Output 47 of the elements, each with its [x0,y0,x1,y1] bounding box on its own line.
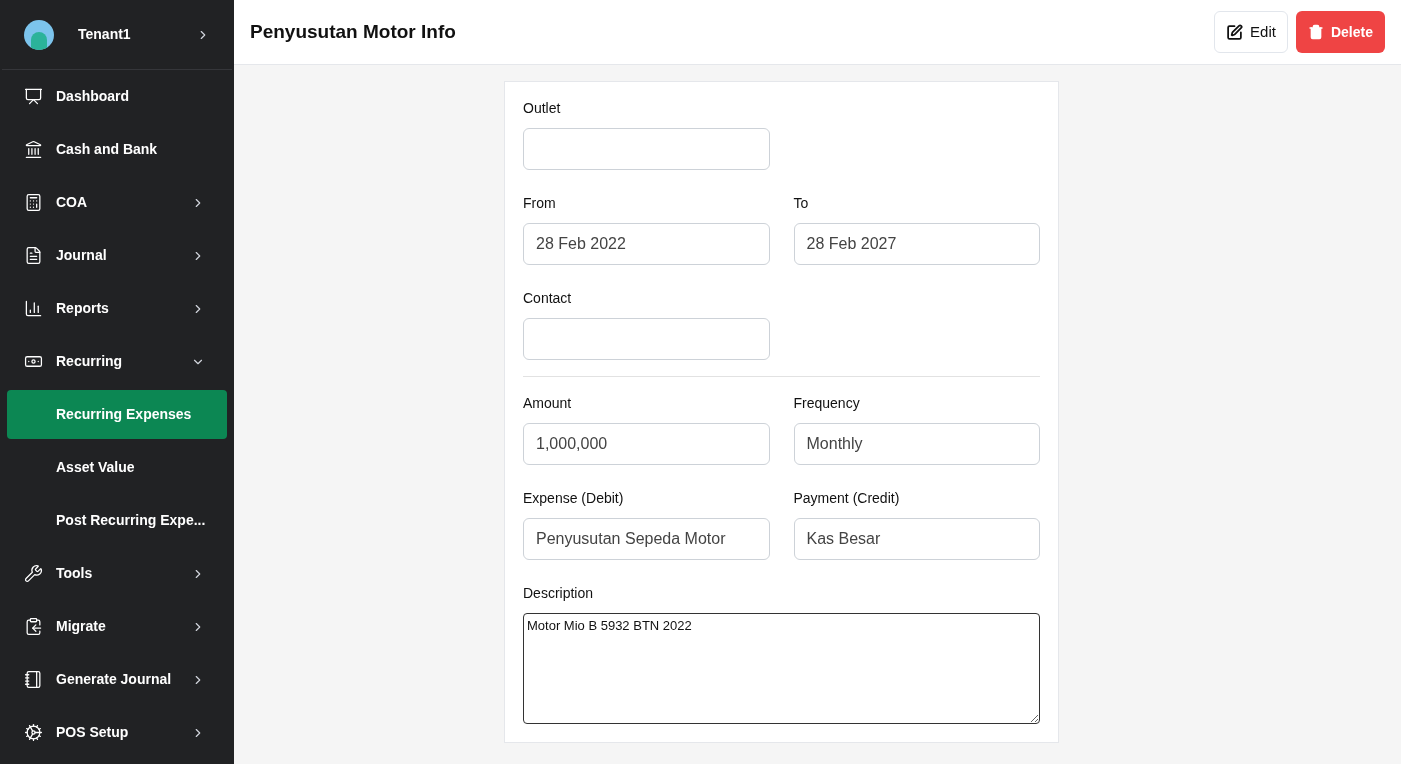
wrench-icon [24,564,43,583]
field-label: Amount [523,394,573,413]
sidebar-subitem[interactable]: Post Recurring Expe... [7,496,227,545]
sidebar-item[interactable]: COA [7,176,227,229]
document-icon [24,246,43,265]
page-title: Penyusutan Motor Info [250,19,457,44]
field-label: Payment (Credit) [793,489,901,508]
notebook-icon [24,670,43,689]
sidebar-item[interactable]: Migrate [7,600,227,653]
input-field[interactable] [523,128,770,170]
input-field[interactable]: 28 Feb 2022 [523,223,770,265]
sidebar-item[interactable]: Journal [7,229,227,282]
user-name[interactable]: Tenant1 [78,24,196,45]
sidebar-item[interactable]: Dashboard [7,70,227,123]
trash-icon [1307,24,1324,40]
delete-button[interactable]: Delete [1295,11,1385,53]
edit-button[interactable]: Edit [1214,11,1288,53]
gear-icon [24,723,43,742]
sidebar-item[interactable]: Recurring [7,335,227,388]
presentation-icon [24,87,43,106]
field-label: Expense (Debit) [523,489,625,508]
input-field[interactable]: 1,000,000 [523,423,770,465]
avatar [24,19,54,50]
input-field[interactable]: Kas Besar [793,518,1040,560]
field-label: Frequency [793,394,861,413]
calculator-icon [24,193,43,212]
sidebar-item[interactable]: Generate Journal [7,653,227,706]
sidebar-item[interactable]: Cash and Bank [7,123,227,176]
bank-icon [24,140,43,159]
input-field[interactable] [523,318,770,360]
sidebar-item[interactable]: Reports [7,282,227,335]
description-field[interactable]: Motor Mio B 5932 BTN 2022 [523,613,1040,724]
edit-icon [1226,23,1244,41]
field-label: From [523,194,557,213]
clipboard-icon [24,617,43,636]
sidebar-item[interactable]: POS Setup [7,706,227,759]
field-label: To [793,194,810,213]
input-field[interactable]: Monthly [793,423,1040,465]
sidebar-subitem[interactable]: Asset Value [7,443,227,492]
input-field[interactable]: 28 Feb 2027 [793,223,1040,265]
sidebar-subitem[interactable]: Recurring Expenses [7,390,227,439]
bar-chart-icon [24,299,43,318]
input-field[interactable]: Penyusutan Sepeda Motor [523,518,770,560]
sidebar-item[interactable]: Tools [7,547,227,600]
field-label: Outlet [523,99,562,118]
field-label: Contact [523,289,573,308]
field-label: Description [523,584,595,603]
